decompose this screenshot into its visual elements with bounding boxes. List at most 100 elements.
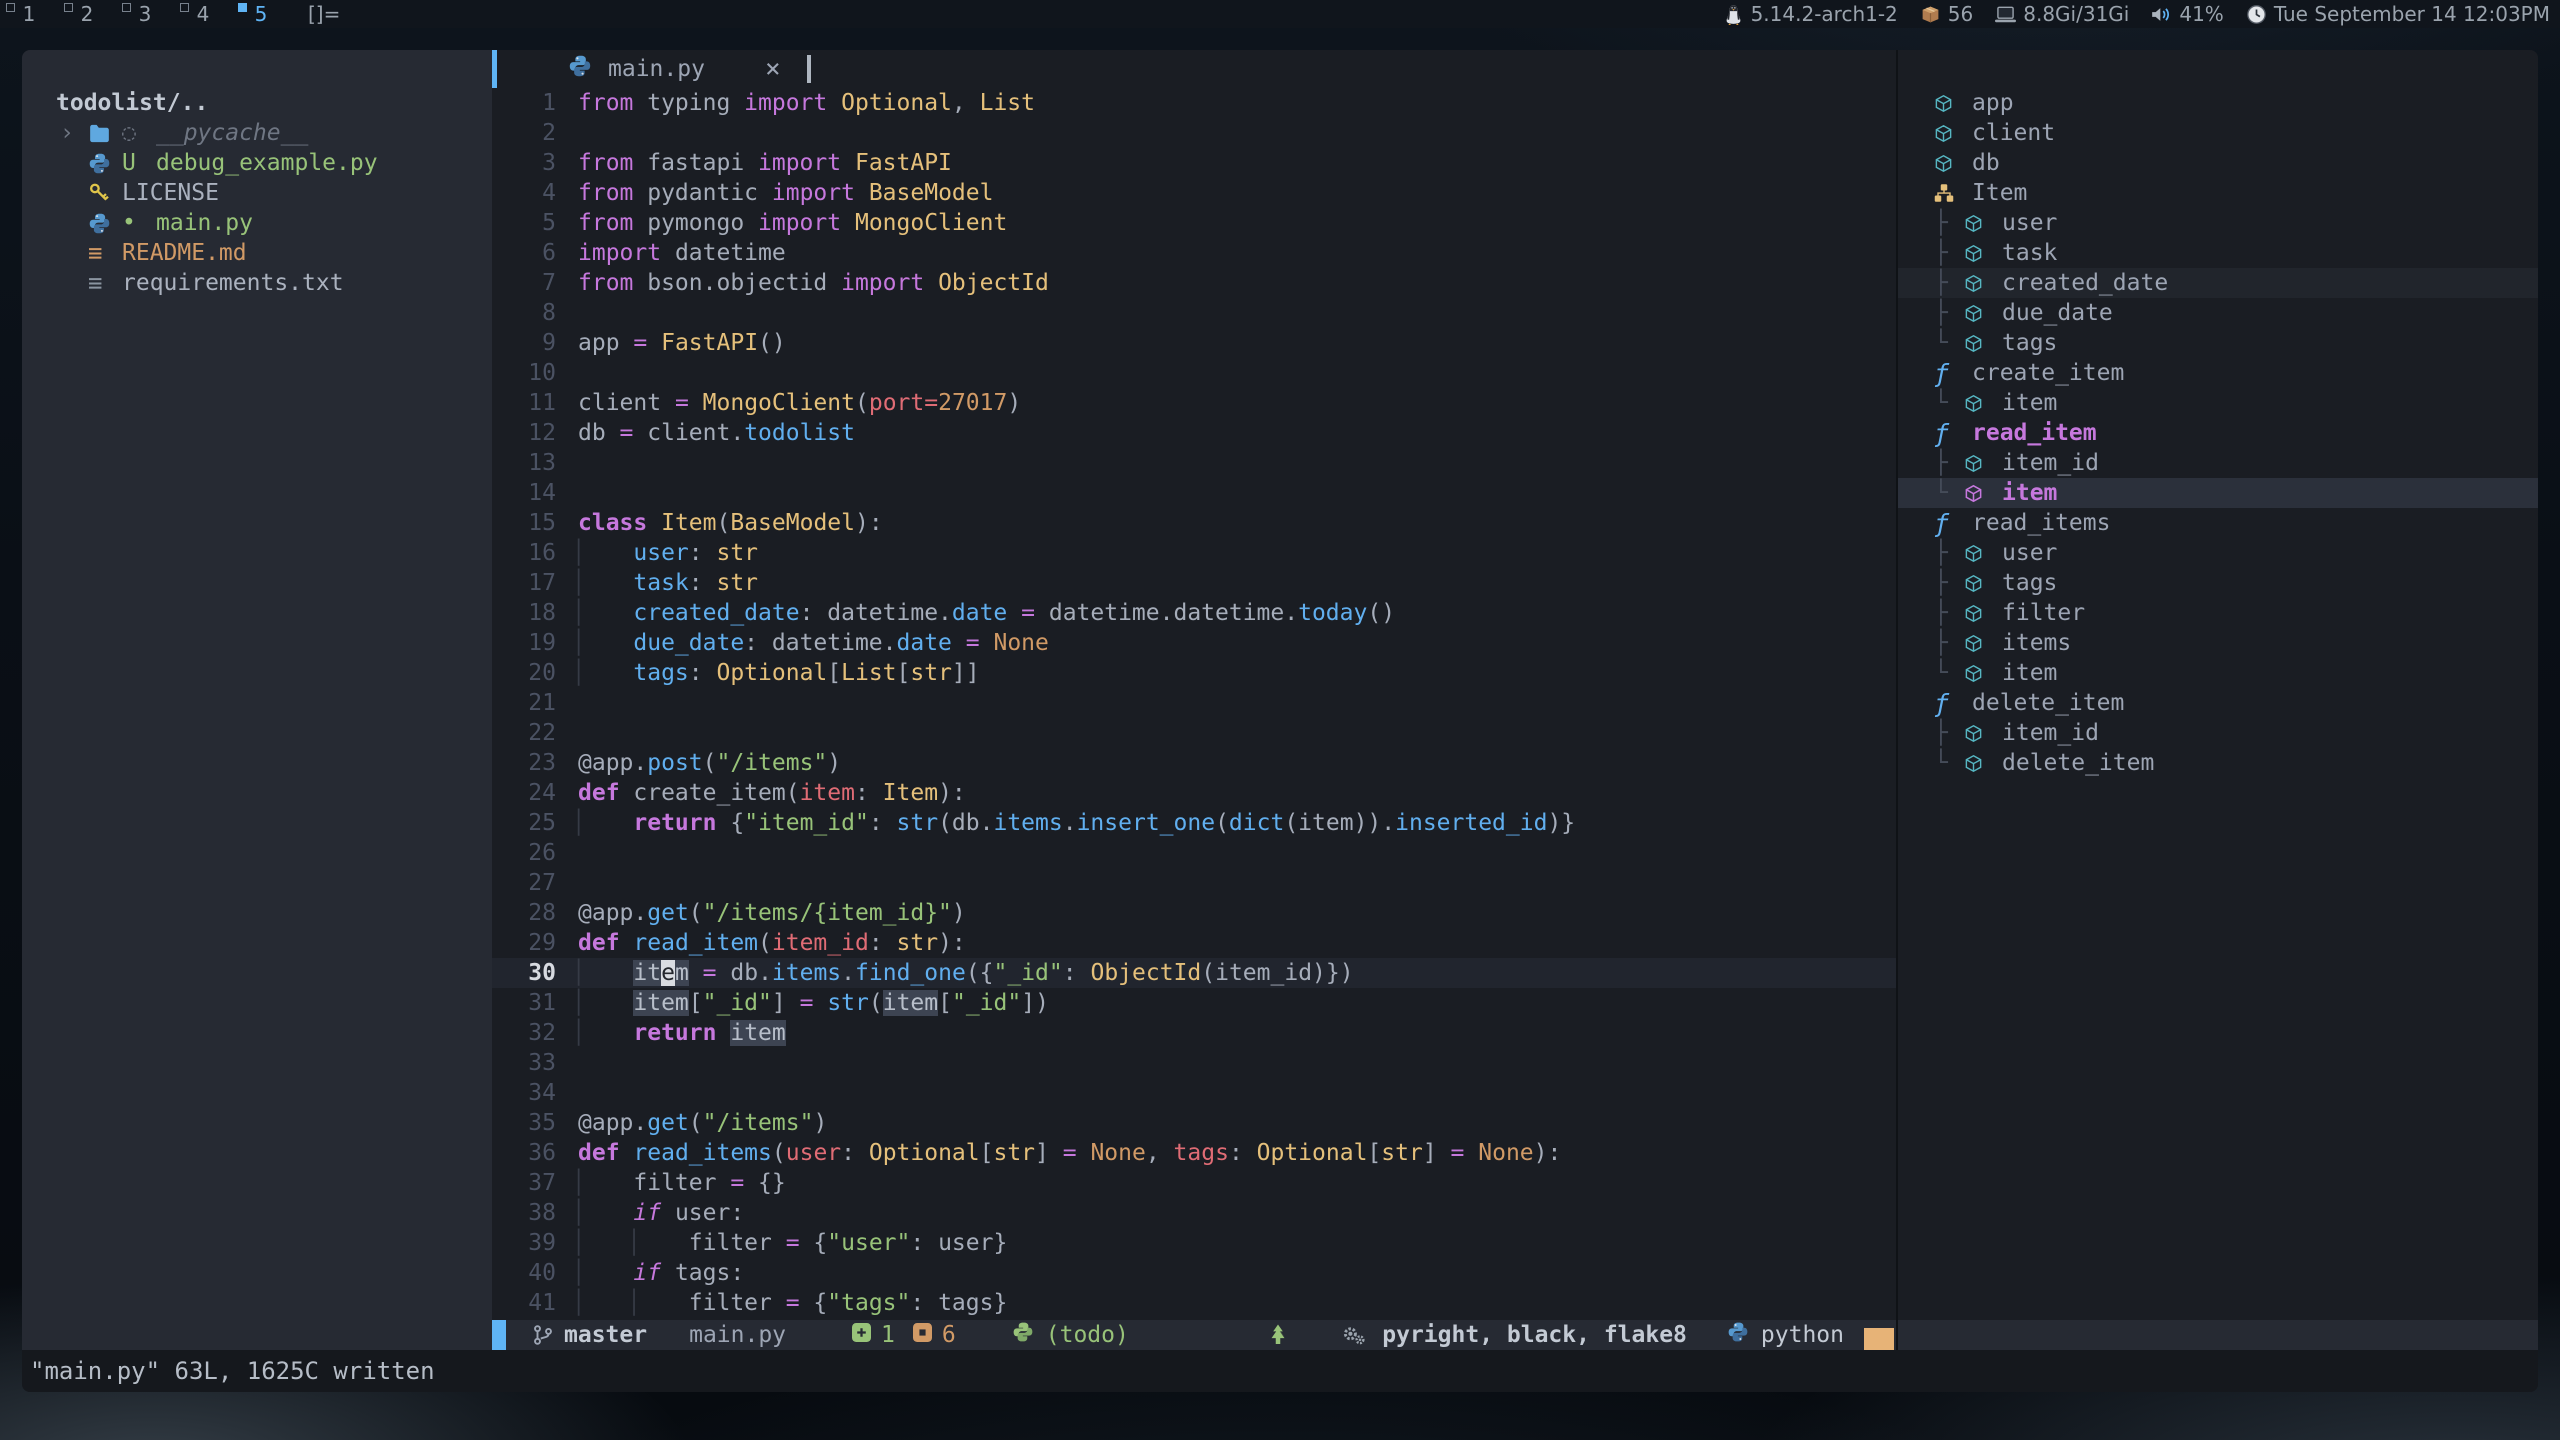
code-line-24[interactable]: 24def create_item(item: Item): <box>492 778 1896 808</box>
code-line-28[interactable]: 28@app.get("/items/{item_id}") <box>492 898 1896 928</box>
code-line-20[interactable]: 20▏ tags: Optional[List[str]] <box>492 658 1896 688</box>
tree-item-LICENSE[interactable]: LICENSE <box>22 178 492 208</box>
code-line-27[interactable]: 27 <box>492 868 1896 898</box>
code-line-23[interactable]: 23@app.post("/items") <box>492 748 1896 778</box>
tree-connector: └ <box>1934 480 1964 506</box>
file-explorer: todolist/.. ›◌__pycache__Udebug_example.… <box>22 50 492 1350</box>
code-line-3[interactable]: 3from fastapi import FastAPI <box>492 148 1896 178</box>
code-line-18[interactable]: 18▏ created_date: datetime.date = dateti… <box>492 598 1896 628</box>
symbol-app[interactable]: app <box>1898 88 2538 118</box>
code-line-22[interactable]: 22 <box>492 718 1896 748</box>
cls-icon <box>1934 183 1954 203</box>
symbol-Item[interactable]: Item <box>1898 178 2538 208</box>
code-line-41[interactable]: 41▏ ▏ filter = {"tags": tags} <box>492 1288 1896 1318</box>
symbol-create_item[interactable]: ƒcreate_item <box>1898 358 2538 388</box>
symbol-item_id[interactable]: ├item_id <box>1898 718 2538 748</box>
code-line-16[interactable]: 16▏ user: str <box>492 538 1896 568</box>
code-line-7[interactable]: 7from bson.objectid import ObjectId <box>492 268 1896 298</box>
tree-item-README-md[interactable]: ≡README.md <box>22 238 492 268</box>
symbol-tags[interactable]: ├tags <box>1898 568 2538 598</box>
tree-item-main-py[interactable]: •main.py <box>22 208 492 238</box>
code-line-12[interactable]: 12db = client.todolist <box>492 418 1896 448</box>
workspace-tag-2[interactable]: 2 <box>58 0 116 28</box>
symbol-item[interactable]: └item <box>1898 388 2538 418</box>
code-buffer[interactable]: 1from typing import Optional, List23from… <box>492 88 1896 1320</box>
code-line-38[interactable]: 38▏ if user: <box>492 1198 1896 1228</box>
symbol-task[interactable]: ├task <box>1898 238 2538 268</box>
code-line-32[interactable]: 32▏ return item <box>492 1018 1896 1048</box>
code-line-21[interactable]: 21 <box>492 688 1896 718</box>
symbol-due_date[interactable]: ├due_date <box>1898 298 2538 328</box>
keys-icon <box>88 182 111 205</box>
code-line-17[interactable]: 17▏ task: str <box>492 568 1896 598</box>
code-line-11[interactable]: 11client = MongoClient(port=27017) <box>492 388 1896 418</box>
line-number: 19 <box>492 628 578 658</box>
workspace-tag-4[interactable]: 4 <box>174 0 232 28</box>
code-line-35[interactable]: 35@app.get("/items") <box>492 1108 1896 1138</box>
code-line-30[interactable]: 30▏ item = db.items.find_one({"_id": Obj… <box>492 958 1896 988</box>
code-line-40[interactable]: 40▏ if tags: <box>492 1258 1896 1288</box>
variable-icon <box>1964 484 2002 503</box>
cube-icon <box>1964 664 1983 683</box>
code-line-26[interactable]: 26 <box>492 838 1896 868</box>
code-line-29[interactable]: 29def read_item(item_id: str): <box>492 928 1896 958</box>
filetype-label: python <box>1761 1322 1844 1348</box>
code-text: ▏ user: str <box>578 538 758 568</box>
code-line-10[interactable]: 10 <box>492 358 1896 388</box>
tree-item-requirements-txt[interactable]: ≡requirements.txt <box>22 268 492 298</box>
code-text: ▏ ▏ filter = {"user": user} <box>578 1228 1007 1258</box>
code-line-25[interactable]: 25▏ return {"item_id": str(db.items.inse… <box>492 808 1896 838</box>
code-line-34[interactable]: 34 <box>492 1078 1896 1108</box>
symbol-client[interactable]: client <box>1898 118 2538 148</box>
symbol-items[interactable]: ├items <box>1898 628 2538 658</box>
python-icon <box>568 54 592 84</box>
symbol-user[interactable]: ├user <box>1898 208 2538 238</box>
symbol-user[interactable]: ├user <box>1898 538 2538 568</box>
code-line-4[interactable]: 4from pydantic import BaseModel <box>492 178 1896 208</box>
code-line-8[interactable]: 8 <box>492 298 1896 328</box>
symbol-tags[interactable]: └tags <box>1898 328 2538 358</box>
code-line-39[interactable]: 39▏ ▏ filter = {"user": user} <box>492 1228 1896 1258</box>
code-line-19[interactable]: 19▏ due_date: datetime.date = None <box>492 628 1896 658</box>
symbol-created_date[interactable]: ├created_date <box>1898 268 2538 298</box>
workspace-tag-5[interactable]: 5 <box>232 0 290 28</box>
workspace-indicator <box>238 3 247 12</box>
symbol-delete_item[interactable]: └delete_item <box>1898 748 2538 778</box>
tree-item-__pycache__[interactable]: ›◌__pycache__ <box>22 118 492 148</box>
code-line-37[interactable]: 37▏ filter = {} <box>492 1168 1896 1198</box>
symbol-label: item_id <box>2002 450 2099 476</box>
tab-main-py[interactable]: main.py × <box>568 54 781 84</box>
function-icon: ƒ <box>1934 689 1972 718</box>
symbol-read_item[interactable]: ƒread_item <box>1898 418 2538 448</box>
code-line-15[interactable]: 15class Item(BaseModel): <box>492 508 1896 538</box>
code-line-36[interactable]: 36def read_items(user: Optional[str] = N… <box>492 1138 1896 1168</box>
code-line-33[interactable]: 33 <box>492 1048 1896 1078</box>
tree-item-debug_example-py[interactable]: Udebug_example.py <box>22 148 492 178</box>
code-line-6[interactable]: 6import datetime <box>492 238 1896 268</box>
code-line-14[interactable]: 14 <box>492 478 1896 508</box>
symbol-read_items[interactable]: ƒread_items <box>1898 508 2538 538</box>
line-number: 23 <box>492 748 578 778</box>
tree-root-folder[interactable]: todolist/.. <box>22 88 492 118</box>
text-file-icon: ≡ <box>88 269 122 297</box>
python-filetype-icon <box>1727 1321 1749 1349</box>
symbol-item[interactable]: └item <box>1898 658 2538 688</box>
symbol-db[interactable]: db <box>1898 148 2538 178</box>
tree-item-label: README.md <box>122 240 247 266</box>
python-icon <box>1727 1321 1749 1343</box>
symbol-delete_item[interactable]: ƒdelete_item <box>1898 688 2538 718</box>
code-line-1[interactable]: 1from typing import Optional, List <box>492 88 1896 118</box>
symbol-filter[interactable]: ├filter <box>1898 598 2538 628</box>
cube-icon <box>1964 244 1983 263</box>
code-line-31[interactable]: 31▏ item["_id"] = str(item["_id"]) <box>492 988 1896 1018</box>
workspace-tag-3[interactable]: 3 <box>116 0 174 28</box>
workspace-tag-1[interactable]: 1 <box>0 0 58 28</box>
symbol-item[interactable]: └item <box>1898 478 2538 508</box>
code-line-2[interactable]: 2 <box>492 118 1896 148</box>
line-number: 7 <box>492 268 578 298</box>
close-icon[interactable]: × <box>765 54 781 84</box>
symbol-item_id[interactable]: ├item_id <box>1898 448 2538 478</box>
code-line-13[interactable]: 13 <box>492 448 1896 478</box>
code-line-9[interactable]: 9app = FastAPI() <box>492 328 1896 358</box>
code-line-5[interactable]: 5from pymongo import MongoClient <box>492 208 1896 238</box>
